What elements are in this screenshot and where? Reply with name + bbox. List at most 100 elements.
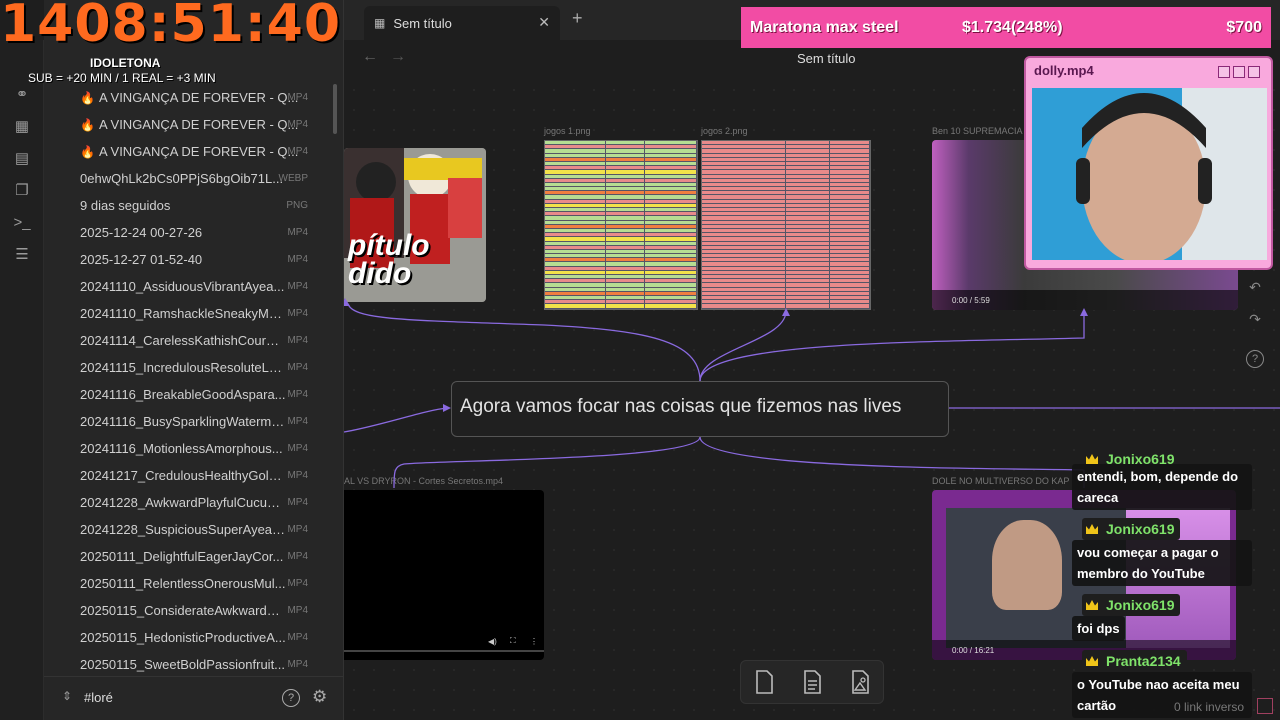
vault-switcher-icon[interactable]: ⇕ xyxy=(62,689,72,703)
video-time: 0:00 / 16:21 xyxy=(952,646,995,655)
file-extension-badge: MP4 xyxy=(287,470,308,481)
file-list[interactable]: 🔥 A VINGANÇA DE FOREVER - Q... MP4 🔥 A VINGA… xyxy=(44,84,344,676)
file-item[interactable]: 20241115_IncredulousResoluteLe... MP4 xyxy=(44,354,344,381)
file-item[interactable]: 20241110_AssiduousVibrantAyea... MP4 xyxy=(44,273,344,300)
comic-thumbnail[interactable]: pítulo dido xyxy=(344,148,486,302)
sidebar-scrollbar[interactable] xyxy=(333,84,337,134)
vault-name[interactable]: #loré xyxy=(84,690,113,705)
file-name: 20241217_CredulousHealthyGold... xyxy=(80,468,286,483)
file-item[interactable]: 20241228_AwkwardPlayfulCucum... MP4 xyxy=(44,489,344,516)
redo-icon[interactable]: ↷ xyxy=(1244,308,1266,330)
webcam-window: dolly.mp4 xyxy=(1024,56,1273,270)
graph-icon[interactable]: ⚭ xyxy=(12,84,32,104)
file-item[interactable]: 20250111_DelightfulEagerJayCor... MP4 xyxy=(44,543,344,570)
file-name: A VINGANÇA DE FOREVER - Q... xyxy=(98,117,299,132)
file-item[interactable]: 20250115_HedonisticProductiveA... MP4 xyxy=(44,624,344,651)
spreadsheet-jogos-2[interactable] xyxy=(701,140,871,310)
chat-username: Jonixo619 xyxy=(1082,518,1181,540)
file-name: 20241114_CarelessKathishCourge... xyxy=(80,333,286,348)
crown-icon xyxy=(1086,656,1098,666)
undo-icon[interactable]: ↶ xyxy=(1244,276,1266,298)
file-explorer-sidebar: 🔥 A VINGANÇA DE FOREVER - Q... MP4 🔥 A VINGA… xyxy=(44,0,344,720)
subathon-rule: SUB = +20 MIN / 1 REAL = +3 MIN xyxy=(28,71,216,85)
streamer-name: IDOLETONA xyxy=(90,56,161,70)
close-icon[interactable]: ✕ xyxy=(538,14,550,31)
help-icon[interactable]: ? xyxy=(282,689,300,707)
forward-arrow-icon[interactable]: → xyxy=(390,48,406,66)
file-name: 20250111_DelightfulEagerJayCor... xyxy=(80,549,284,564)
calendar-icon[interactable]: ▤ xyxy=(12,148,32,168)
tab-sem-titulo[interactable]: ▦ Sem título ✕ xyxy=(364,6,560,40)
central-text-node[interactable]: Agora vamos focar nas coisas que fizemos… xyxy=(451,381,949,437)
file-item[interactable]: 20250115_ConsiderateAwkwardO... MP4 xyxy=(44,597,344,624)
comic-text: pítulo dido xyxy=(348,229,430,290)
file-item[interactable]: 🔥 A VINGANÇA DE FOREVER - Q... MP4 xyxy=(44,111,344,138)
file-extension-badge: MP4 xyxy=(287,497,308,508)
list-icon[interactable]: ☰ xyxy=(12,244,32,264)
file-item[interactable]: 🔥 A VINGANÇA DE FOREVER - Q... MP4 xyxy=(44,138,344,165)
file-name: 20241228_AwkwardPlayfulCucum... xyxy=(80,495,286,510)
file-extension-badge: MP4 xyxy=(287,551,308,562)
left-ribbon: ⚭ ▦ ▤ ❐ >_ ☰ xyxy=(0,40,44,720)
file-item[interactable]: 0ehwQhLk2bCs0PPjS6bgOib71L... WEBP xyxy=(44,165,344,192)
file-name: 20241110_AssiduousVibrantAyea... xyxy=(80,279,285,294)
maximize-icon xyxy=(1233,66,1245,78)
file-extension-badge: MP4 xyxy=(287,389,308,400)
file-extension-badge: MP4 xyxy=(287,92,308,103)
file-item[interactable]: 20241228_SuspiciousSuperAyeay... MP4 xyxy=(44,516,344,543)
subathon-timer: 1408:51:40 xyxy=(0,0,342,54)
file-item[interactable]: 20241217_CredulousHealthyGold... MP4 xyxy=(44,462,344,489)
file-item[interactable]: 9 dias seguidos PNG xyxy=(44,192,344,219)
video-progress[interactable] xyxy=(344,650,544,652)
file-extension-badge: MP4 xyxy=(287,632,308,643)
spreadsheet-jogos-1[interactable] xyxy=(544,140,698,310)
file-item[interactable]: 2025-12-27 01-52-40 MP4 xyxy=(44,246,344,273)
donation-progress: $1.734(248%) xyxy=(962,18,1063,36)
fullscreen-icon[interactable]: ⛶ xyxy=(510,636,516,646)
volume-icon[interactable]: ◀) xyxy=(488,637,497,646)
canvas-help-icon[interactable]: ? xyxy=(1246,350,1264,368)
chat-message: entendi, bom, depende do careca xyxy=(1072,464,1252,510)
file-item[interactable]: 🔥 A VINGANÇA DE FOREVER - Q... MP4 xyxy=(44,84,344,111)
file-extension-badge: WEBP xyxy=(278,173,308,184)
file-extension-badge: MP4 xyxy=(287,335,308,346)
file-name: 20241110_RamshackleSneakyMos... xyxy=(80,306,286,321)
add-card-icon[interactable] xyxy=(749,667,779,697)
cortes-video[interactable]: ◀) ⛶ ⋮ xyxy=(344,490,544,660)
more-icon[interactable]: ⋮ xyxy=(530,637,538,646)
copy-icon[interactable]: ❐ xyxy=(12,180,32,200)
file-name: 20250115_HedonisticProductiveA... xyxy=(80,630,286,645)
chat-username-text: Jonixo619 xyxy=(1106,597,1175,613)
view-title: Sem título xyxy=(797,51,856,66)
file-item[interactable]: 20241114_CarelessKathishCourge... MP4 xyxy=(44,327,344,354)
file-item[interactable]: 20241116_MotionlessAmorphous... MP4 xyxy=(44,435,344,462)
file-extension-badge: MP4 xyxy=(287,281,308,292)
file-name: 20250111_RelentlessOnerousMul... xyxy=(80,576,286,591)
file-extension-badge: MP4 xyxy=(287,416,308,427)
add-note-icon[interactable] xyxy=(797,667,827,697)
new-tab-icon[interactable]: + xyxy=(572,8,583,29)
canvas-toolbar xyxy=(740,660,884,704)
file-item[interactable]: 20250115_SweetBoldPassionfruit... MP4 xyxy=(44,651,344,676)
file-item[interactable]: 20241110_RamshackleSneakyMos... MP4 xyxy=(44,300,344,327)
file-item[interactable]: 20250111_RelentlessOnerousMul... MP4 xyxy=(44,570,344,597)
file-item[interactable]: 2025-12-24 00-27-26 MP4 xyxy=(44,219,344,246)
add-media-icon[interactable] xyxy=(845,667,875,697)
file-name: 20250115_SweetBoldPassionfruit... xyxy=(80,657,286,672)
crown-icon xyxy=(1086,600,1098,610)
grid-icon[interactable]: ▦ xyxy=(12,116,32,136)
donation-goal-bar: Maratona max steel $1.734(248%) $700 xyxy=(741,7,1271,48)
gear-icon[interactable]: ⚙ xyxy=(312,687,327,707)
file-name: 20241116_MotionlessAmorphous... xyxy=(80,441,283,456)
link-inverso-status: 0 link inverso xyxy=(1174,700,1245,714)
fire-icon: 🔥 xyxy=(80,90,95,105)
streamer-face xyxy=(1032,88,1267,260)
file-name: 20250115_ConsiderateAwkwardO... xyxy=(80,603,286,618)
file-item[interactable]: 20241116_BreakableGoodAspara... MP4 xyxy=(44,381,344,408)
terminal-icon[interactable]: >_ xyxy=(12,212,32,232)
crown-icon xyxy=(1086,454,1098,464)
file-item[interactable]: 20241116_BusySparklingWaterme... MP4 xyxy=(44,408,344,435)
back-arrow-icon[interactable]: ← xyxy=(362,48,378,66)
file-extension-badge: MP4 xyxy=(287,578,308,589)
file-extension-badge: PNG xyxy=(286,200,308,211)
